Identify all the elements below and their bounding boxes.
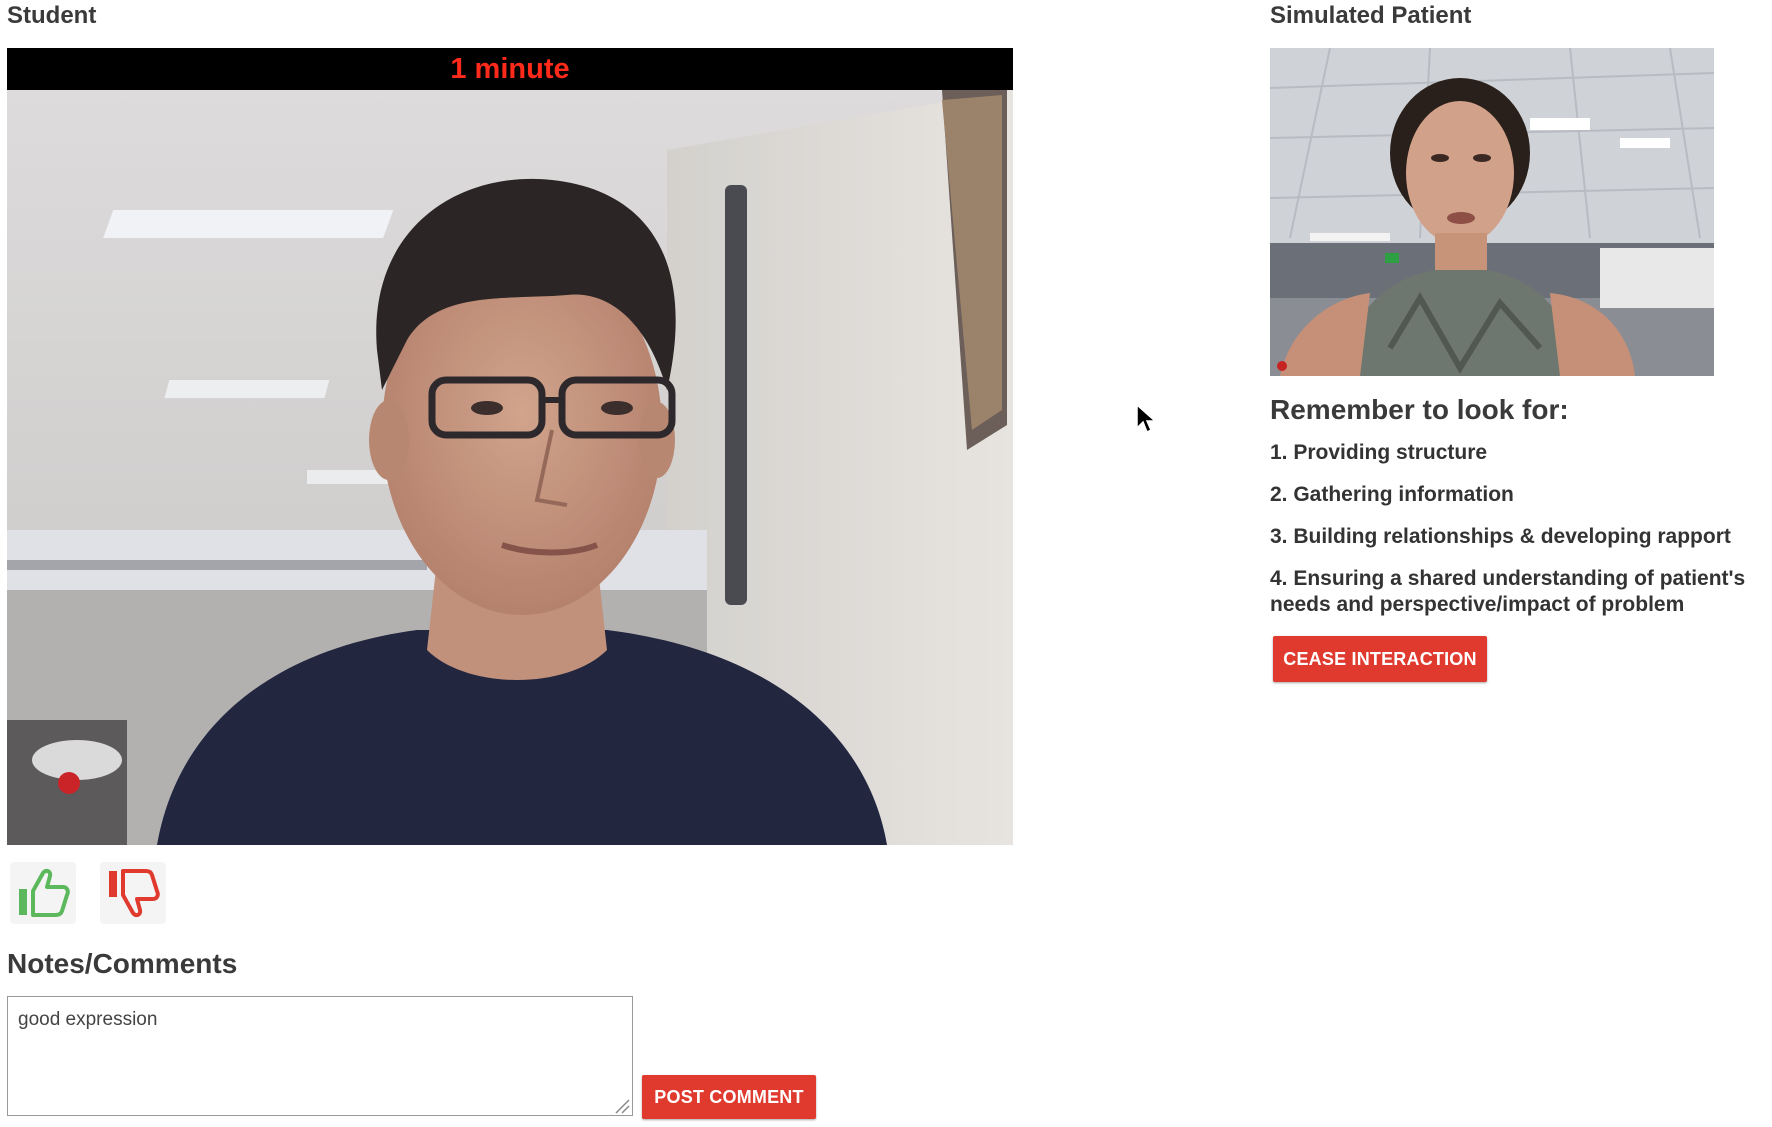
patient-video-image <box>1270 48 1714 376</box>
simulated-patient-heading: Simulated Patient <box>1270 2 1472 29</box>
thumbs-down-button[interactable] <box>100 862 166 924</box>
student-heading: Student <box>7 2 97 29</box>
checklist-item: 1. Providing structure <box>1270 441 1488 464</box>
timer-label: 1 minute <box>450 52 570 85</box>
checklist-item: 2. Gathering information <box>1270 483 1514 506</box>
checklist: 1. Providing structure 2. Gathering info… <box>1270 440 1770 634</box>
checklist-item: 4. Ensuring a shared understanding of pa… <box>1270 567 1746 616</box>
checklist-heading: Remember to look for: <box>1270 394 1569 425</box>
checklist-item: 3. Building relationships & developing r… <box>1270 525 1731 548</box>
thumbs-down-icon <box>109 869 160 918</box>
mouse-cursor-icon <box>1136 404 1156 434</box>
thumbs-up-icon <box>19 868 70 917</box>
thumbs-up-button[interactable] <box>10 862 76 924</box>
post-comment-button[interactable]: POST COMMENT <box>642 1075 816 1119</box>
timer-bar: 1 minute <box>7 48 1013 90</box>
student-video-feed <box>7 90 1013 845</box>
notes-comments-heading: Notes/Comments <box>7 948 238 979</box>
resize-grip-icon[interactable] <box>612 1096 630 1114</box>
comment-textarea[interactable]: good expression <box>7 996 633 1116</box>
simulated-patient-video-feed <box>1270 48 1714 376</box>
student-video-image <box>7 90 1013 845</box>
cease-interaction-button[interactable]: CEASE INTERACTION <box>1273 636 1487 682</box>
